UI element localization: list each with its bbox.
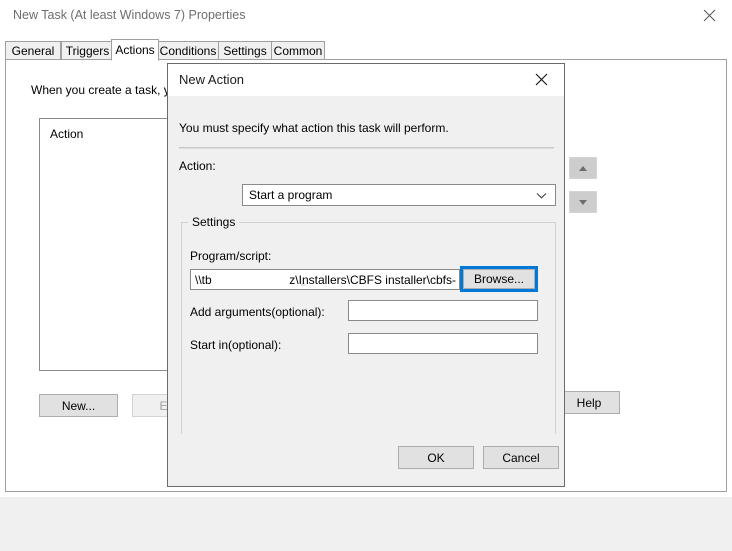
close-icon[interactable] [687, 0, 732, 31]
program-script-input[interactable]: \\tb z\Installers\CBFS installer\cbfs- [190, 269, 460, 290]
triangle-down-icon [578, 195, 588, 209]
new-action-body: You must specify what action this task w… [168, 96, 564, 467]
ok-button[interactable]: OK [398, 446, 474, 469]
triangle-up-icon [578, 161, 588, 175]
tab-actions[interactable]: Actions [111, 39, 159, 61]
close-icon[interactable] [519, 64, 564, 95]
start-in-input[interactable] [348, 333, 538, 354]
new-action-button[interactable]: New... [39, 394, 118, 417]
settings-group-label: Settings [188, 215, 240, 229]
move-action-down-button[interactable] [569, 191, 597, 213]
start-in-label: Start in(optional): [190, 338, 282, 352]
chevron-down-icon [533, 185, 549, 205]
program-script-value-right: z\Installers\CBFS installer\cbfs- [289, 273, 456, 287]
tab-general[interactable]: General [5, 41, 61, 60]
new-action-dialog-title: New Action [179, 72, 245, 87]
tab-common[interactable]: Common [271, 41, 325, 60]
tab-triggers[interactable]: Triggers [61, 41, 114, 60]
add-arguments-input[interactable] [348, 300, 538, 321]
program-script-value-left: \\tb [195, 273, 212, 287]
help-button[interactable]: Help [558, 391, 620, 414]
add-arguments-label: Add arguments(optional): [190, 305, 325, 319]
move-action-up-button[interactable] [569, 157, 597, 179]
new-action-title-bar: New Action [168, 64, 564, 96]
new-action-instruction: You must specify what action this task w… [179, 121, 449, 135]
new-action-footer: OK Cancel [168, 434, 564, 486]
program-script-label: Program/script: [190, 249, 272, 263]
tab-settings[interactable]: Settings [218, 41, 272, 60]
action-type-selected-value: Start a program [249, 188, 333, 202]
tab-strip: General Triggers Actions Conditions Sett… [5, 39, 727, 61]
new-action-dialog: New Action You must specify what action … [167, 63, 565, 487]
actions-description: When you create a task, yo [31, 83, 177, 97]
divider [179, 147, 554, 149]
action-type-label: Action: [179, 159, 216, 173]
parent-title-bar: New Task (At least Windows 7) Properties [0, 0, 732, 32]
browse-button[interactable]: Browse... [460, 266, 538, 292]
action-type-select[interactable]: Start a program [242, 184, 556, 206]
cancel-button[interactable]: Cancel [483, 446, 559, 469]
actions-list-column-header: Action [50, 127, 84, 141]
browse-button-label: Browse... [463, 269, 535, 289]
parent-window-title: New Task (At least Windows 7) Properties [13, 8, 246, 22]
tab-conditions[interactable]: Conditions [157, 41, 219, 60]
